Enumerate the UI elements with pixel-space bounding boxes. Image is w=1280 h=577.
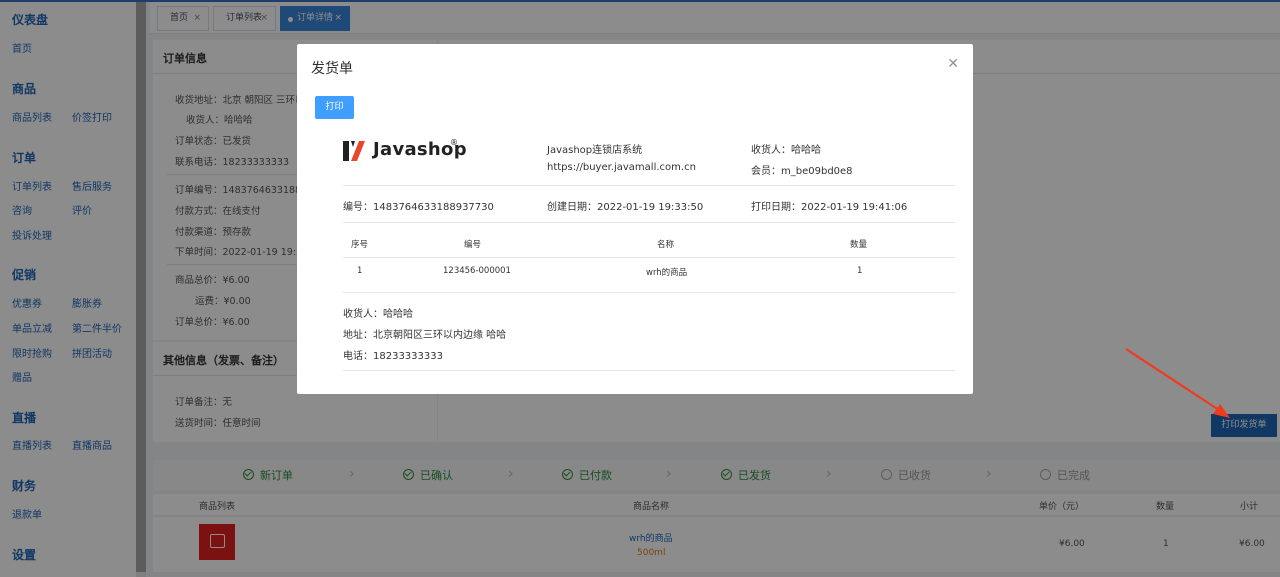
- slip-member: 会员：m_be09bd0e8: [751, 166, 853, 177]
- slip-created-date: 创建日期：2022-01-19 19:33:50: [547, 202, 704, 213]
- slip-order-no: 编号：1483764633188937730: [343, 202, 494, 213]
- slip-receiver-top: 收货人：哈哈哈: [751, 145, 821, 156]
- javashop-logo-icon: [343, 141, 365, 161]
- print-button[interactable]: 打印: [315, 96, 354, 119]
- slip-printed-date: 打印日期：2022-01-19 19:41:06: [751, 202, 908, 213]
- slip-row-code: 123456-000001: [443, 266, 511, 276]
- system-name: Javashop连锁店系统: [547, 145, 643, 156]
- slip-row-qty: 1: [857, 266, 863, 276]
- slip-address: 地址：北京朝阳区三环以内边缘 哈哈: [343, 330, 507, 341]
- slip-phone: 电话：18233333333: [343, 351, 443, 362]
- shipping-slip-dialog: 发货单 ✕ 打印 Javashop ® Javashop连锁店系统 https:…: [297, 44, 973, 394]
- close-icon[interactable]: ✕: [947, 56, 959, 72]
- slip-col-qty: 数量: [850, 240, 868, 250]
- system-url: https://buyer.javamall.com.cn: [547, 162, 696, 173]
- slip-receiver: 收货人：哈哈哈: [343, 309, 413, 320]
- dialog-title: 发货单: [311, 61, 353, 77]
- slip-row-name: wrh的商品: [646, 268, 688, 278]
- divider: [343, 222, 955, 223]
- divider: [343, 185, 955, 186]
- divider: [343, 257, 955, 258]
- divider: [343, 370, 955, 371]
- slip-col-code: 编号: [464, 240, 482, 250]
- slip-col-index: 序号: [351, 240, 369, 250]
- divider: [343, 292, 955, 293]
- slip-row-index: 1: [357, 266, 363, 276]
- slip-col-name: 名称: [657, 240, 675, 250]
- logo-registered-mark: ®: [450, 138, 458, 147]
